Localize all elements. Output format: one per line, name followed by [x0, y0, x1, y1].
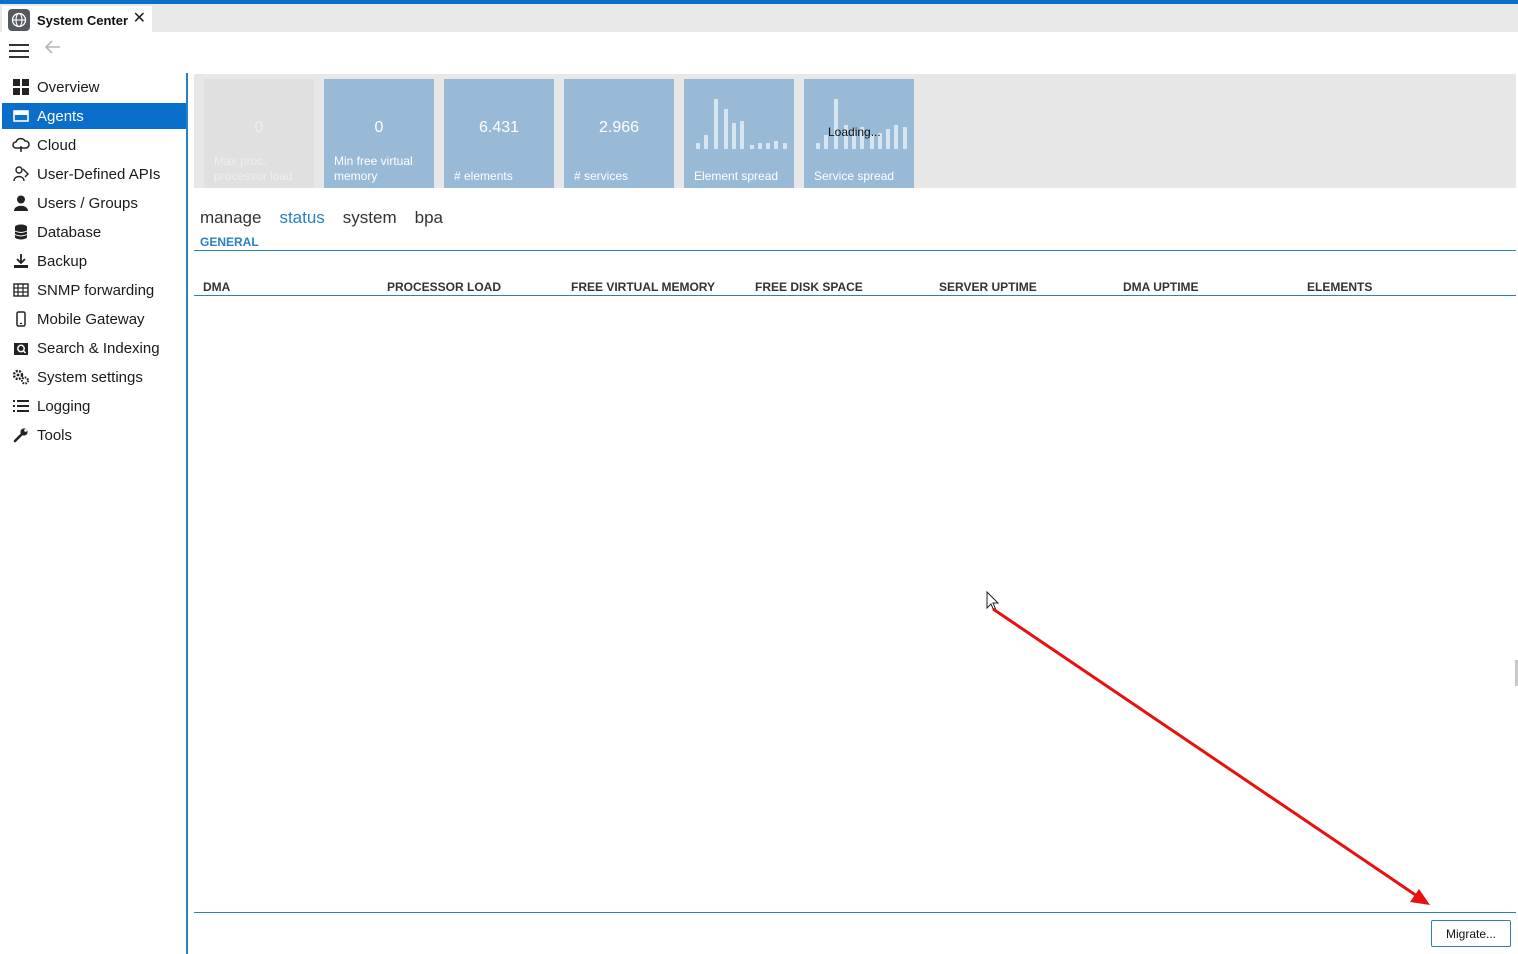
- sidebar-item-user-defined-apis[interactable]: User-Defined APIs: [2, 161, 186, 187]
- close-icon[interactable]: ✕: [133, 11, 146, 27]
- migrate-button[interactable]: Migrate...: [1431, 920, 1511, 947]
- subtab-bar: manage status system bpa: [200, 208, 443, 228]
- column-header-server-uptime[interactable]: SERVER UPTIME: [939, 280, 1037, 294]
- download-icon: [12, 252, 30, 270]
- tab-status[interactable]: status: [279, 208, 324, 228]
- tab-strip: System Center ✕: [0, 4, 1518, 34]
- section-general[interactable]: GENERAL: [200, 235, 259, 249]
- sidebar-item-logging[interactable]: Logging: [2, 393, 186, 419]
- tile-value: 6.431: [478, 119, 520, 136]
- footer-divider: [194, 912, 1516, 913]
- sidebar-item-label: Database: [37, 223, 102, 241]
- hamburger-menu-icon[interactable]: [9, 44, 29, 58]
- tab-system-center[interactable]: System Center ✕: [2, 6, 152, 34]
- tile-label: Min free virtual memory: [334, 154, 413, 183]
- column-header-processor-load[interactable]: PROCESSOR LOAD: [387, 280, 501, 294]
- sidebar-item-label: Agents: [37, 107, 84, 125]
- user-icon: [12, 194, 30, 212]
- sidebar-item-label: SNMP forwarding: [37, 281, 155, 299]
- sidebar-item-label: Backup: [37, 252, 88, 270]
- sidebar-item-label: Cloud: [37, 136, 77, 154]
- sidebar-item-label: System settings: [37, 368, 143, 386]
- sidebar-item-label: Tools: [37, 426, 73, 444]
- list-icon: [12, 397, 30, 415]
- tile-label: Service spread: [814, 169, 895, 183]
- column-header-elements[interactable]: ELEMENTS: [1307, 280, 1372, 294]
- sidebar-item-label: User-Defined APIs: [37, 165, 161, 183]
- tile-elements[interactable]: 6.431 # elements: [444, 79, 554, 188]
- sidebar-item-label: Logging: [37, 397, 91, 415]
- tab-bpa[interactable]: bpa: [415, 208, 443, 228]
- grid-icon: [12, 78, 30, 96]
- sidebar-item-tools[interactable]: Tools: [2, 422, 186, 448]
- wrench-icon: [12, 426, 30, 444]
- sidebar-item-users-groups[interactable]: Users / Groups: [2, 190, 186, 216]
- sidebar-item-label: Overview: [37, 78, 100, 96]
- tile-label: # elements: [454, 169, 513, 183]
- sidebar-item-search-indexing[interactable]: Search & Indexing: [2, 335, 186, 361]
- sidebar-item-label: Mobile Gateway: [37, 310, 145, 328]
- tile-value: 2.966: [598, 119, 640, 136]
- sidebar-item-backup[interactable]: Backup: [2, 248, 186, 274]
- tile-element-spread[interactable]: Element spread: [684, 79, 794, 188]
- sidebar-item-database[interactable]: Database: [2, 219, 186, 245]
- search-icon: [12, 339, 30, 357]
- tab-manage[interactable]: manage: [200, 208, 261, 228]
- sidebar-item-cloud[interactable]: Cloud: [2, 132, 186, 158]
- service-spread-sparkline: [816, 99, 907, 149]
- kpi-tiles: 0 Max proc. processor load 0 Min free vi…: [194, 74, 1516, 188]
- tile-max-processor-load[interactable]: 0 Max proc. processor load: [204, 79, 314, 188]
- snmp-icon: [12, 281, 30, 299]
- toolbar: [0, 32, 1518, 72]
- tile-label: # services: [574, 169, 629, 183]
- column-header-dma-uptime[interactable]: DMA UPTIME: [1123, 280, 1199, 294]
- tile-value: 0: [374, 119, 384, 136]
- mobile-icon: [12, 310, 30, 328]
- tab-title: System Center: [37, 12, 129, 28]
- sidebar: Overview Agents Cloud User-Defined APIs …: [0, 73, 188, 954]
- tab-system[interactable]: system: [343, 208, 397, 228]
- sidebar-item-mobile-gateway[interactable]: Mobile Gateway: [2, 306, 186, 332]
- sidebar-item-agents[interactable]: Agents: [2, 103, 186, 129]
- divider: [194, 250, 1516, 251]
- element-spread-sparkline: [696, 99, 787, 149]
- tile-min-free-virtual-memory[interactable]: 0 Min free virtual memory: [324, 79, 434, 188]
- column-header-free-virtual-memory[interactable]: FREE VIRTUAL MEMORY: [571, 280, 715, 294]
- loading-indicator: Loading...: [828, 125, 881, 139]
- cloud-icon: [12, 136, 30, 154]
- table-header: DMA PROCESSOR LOAD FREE VIRTUAL MEMORY F…: [194, 280, 1516, 296]
- tile-services[interactable]: 2.966 # services: [564, 79, 674, 188]
- sidebar-item-label: Search & Indexing: [37, 339, 160, 357]
- column-header-free-disk-space[interactable]: FREE DISK SPACE: [755, 280, 863, 294]
- gears-icon: [12, 368, 30, 386]
- database-icon: [12, 223, 30, 241]
- tile-service-spread[interactable]: Loading... Service spread: [804, 79, 914, 188]
- sidebar-item-system-settings[interactable]: System settings: [2, 364, 186, 390]
- back-arrow-icon[interactable]: [44, 38, 62, 62]
- sidebar-item-label: Users / Groups: [37, 194, 138, 212]
- table-header-divider: [194, 295, 1516, 296]
- sidebar-item-overview[interactable]: Overview: [2, 74, 186, 100]
- server-icon: [12, 107, 30, 125]
- tile-label: Element spread: [694, 169, 779, 183]
- main-panel: 0 Max proc. processor load 0 Min free vi…: [194, 74, 1516, 954]
- sidebar-item-snmp-forwarding[interactable]: SNMP forwarding: [2, 277, 186, 303]
- column-header-dma[interactable]: DMA: [203, 280, 230, 294]
- globe-icon: [8, 9, 30, 31]
- api-icon: [12, 165, 30, 183]
